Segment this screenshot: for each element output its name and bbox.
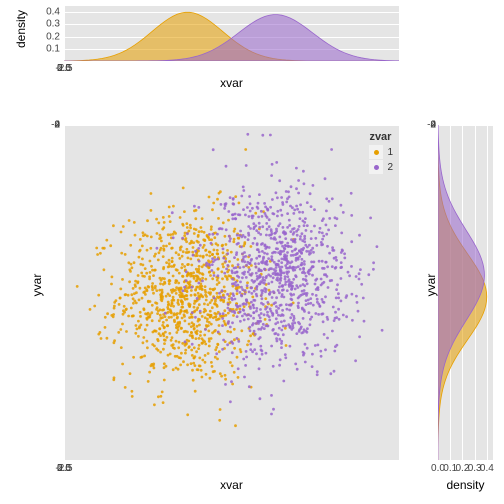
legend-item-1: 1 <box>369 145 393 159</box>
legend-title: zvar <box>369 131 393 143</box>
main-x-title: xvar <box>64 478 399 492</box>
legend-item-2: 2 <box>369 160 393 174</box>
right-density-svg <box>438 125 493 460</box>
legend-dot-2 <box>374 165 379 170</box>
legend-label-1: 1 <box>387 147 393 158</box>
top-density-x-title: xvar <box>64 76 399 90</box>
legend-dot-1 <box>374 150 379 155</box>
top-density-panel <box>64 6 399 61</box>
right-x-title: density <box>438 478 493 492</box>
top-density-y-title: density <box>14 4 28 54</box>
main-scatter-panel: zvar 1 2 <box>64 125 399 460</box>
legend-label-2: 2 <box>387 162 393 173</box>
legend-zvar: zvar 1 2 <box>369 131 393 175</box>
right-density-panel <box>438 125 493 460</box>
main-scatter-svg <box>64 125 399 460</box>
top-density-svg <box>64 6 399 61</box>
